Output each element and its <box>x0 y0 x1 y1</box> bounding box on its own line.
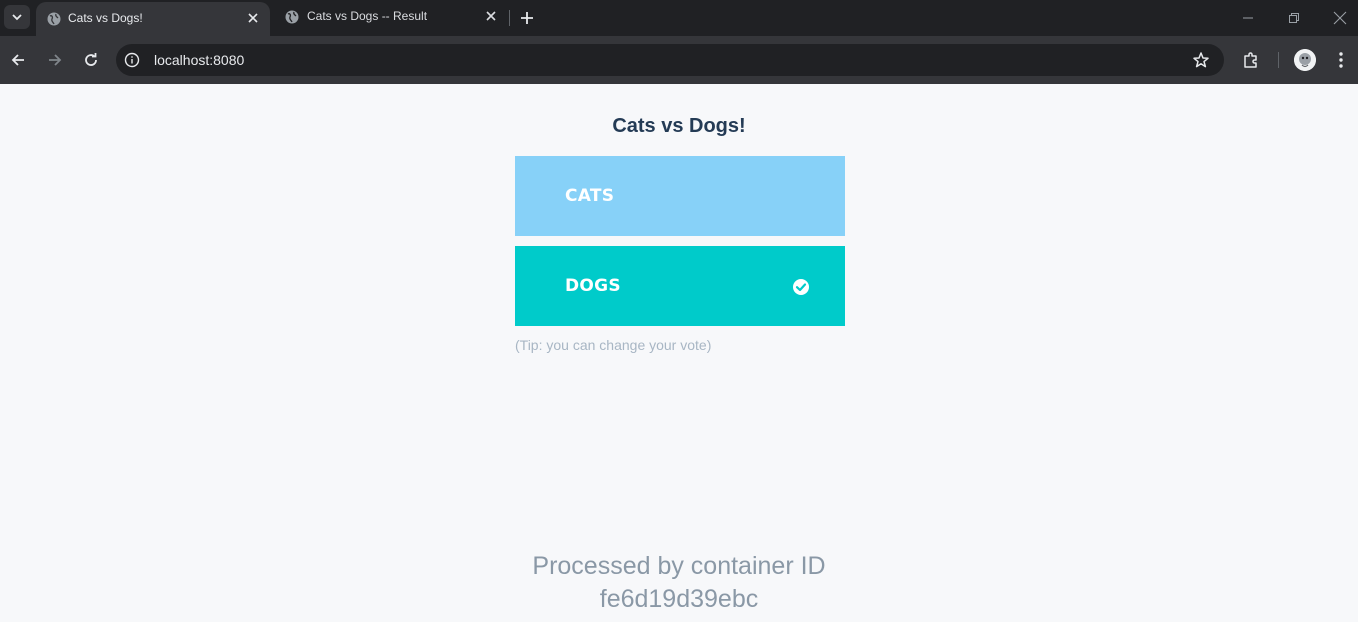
container-id-footer: Processed by container ID fe6d19d39ebc <box>0 550 1358 616</box>
check-circle-icon <box>792 278 810 296</box>
tab-search-button[interactable] <box>4 5 30 29</box>
puzzle-icon <box>1244 52 1257 68</box>
page-title: Cats vs Dogs! <box>612 115 746 137</box>
minimize-icon <box>1243 17 1253 19</box>
reload-button[interactable] <box>81 50 101 70</box>
arrow-left-icon <box>11 54 24 66</box>
tab-separator <box>509 10 510 26</box>
close-icon <box>1333 11 1347 25</box>
reload-icon <box>85 53 97 66</box>
info-icon[interactable] <box>124 52 140 68</box>
toolbar-separator <box>1278 52 1279 68</box>
globe-icon <box>46 11 62 30</box>
address-bar[interactable]: localhost:8080 <box>116 44 1224 76</box>
footer-label: Processed by container ID <box>532 552 826 580</box>
tab-title: Cats vs Dogs -- Result <box>307 9 428 23</box>
container-id-value: fe6d19d39ebc <box>599 585 759 613</box>
star-icon[interactable] <box>1192 51 1210 73</box>
browser-toolbar: localhost:8080 <box>0 36 1358 84</box>
profile-avatar[interactable] <box>1294 49 1316 71</box>
close-window-button[interactable] <box>1330 8 1350 28</box>
browser-menu-button[interactable] <box>1331 50 1351 70</box>
avatar-icon <box>1294 49 1316 71</box>
globe-icon <box>284 9 300 28</box>
option-label: DOGS <box>565 276 621 296</box>
tab-cats-vs-dogs[interactable]: Cats vs Dogs! <box>36 2 270 38</box>
plus-icon <box>521 12 533 24</box>
back-button[interactable] <box>8 50 28 70</box>
arrow-right-icon <box>49 54 62 66</box>
new-tab-button[interactable] <box>517 8 537 28</box>
close-tab-icon[interactable] <box>246 11 260 28</box>
extensions-button[interactable] <box>1241 50 1261 70</box>
vote-dogs-button[interactable]: DOGS <box>515 246 845 326</box>
kebab-menu-icon <box>1339 52 1343 68</box>
vote-cats-button[interactable]: CATS <box>515 156 845 236</box>
tab-title: Cats vs Dogs! <box>68 11 143 25</box>
restore-button[interactable] <box>1284 8 1304 28</box>
tab-strip: Cats vs Dogs! Cats vs Dogs -- Result <box>0 0 1358 38</box>
tip-text: (Tip: you can change your vote) <box>515 337 712 353</box>
page-content: Cats vs Dogs! CATS DOGS (Tip: you can ch… <box>0 84 1358 622</box>
chevron-down-icon <box>12 14 22 21</box>
tab-cats-vs-dogs-result[interactable]: Cats vs Dogs -- Result <box>272 0 508 36</box>
url-text[interactable]: localhost:8080 <box>154 52 244 68</box>
close-tab-icon[interactable] <box>484 9 498 26</box>
restore-icon <box>1289 13 1299 23</box>
minimize-button[interactable] <box>1238 8 1258 28</box>
forward-button[interactable] <box>45 50 65 70</box>
option-label: CATS <box>565 186 615 206</box>
